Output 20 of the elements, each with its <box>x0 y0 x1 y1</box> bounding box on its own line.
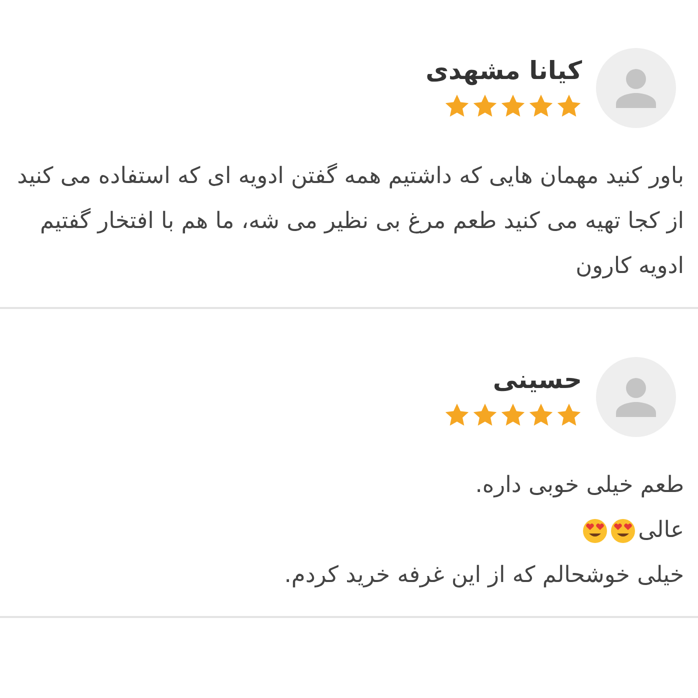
reviewer-name: کیانا مشهدی <box>426 56 582 85</box>
review-text: باور کنید مهمان هایی که داشتیم همه گفتن ادویه ای که استفاده می کنید از کجا تهیه می کنید طعم مرغ بی نظیر می شه، ما هم با افتخار گفتیم ادویه کارون <box>16 162 684 281</box>
reviewer-name: حسینی <box>492 365 582 394</box>
avatar-icon <box>596 48 676 128</box>
heart-eyes-face-icon <box>582 518 608 544</box>
star-icon <box>528 402 554 428</box>
review-text: طعم خیلی خوبی داره. <box>475 471 684 500</box>
star-icon <box>556 402 582 428</box>
star-icon <box>556 93 582 119</box>
review-text: خیلی خوشحالم که از این غرفه خرید کردم. <box>284 561 684 590</box>
star-icon <box>472 402 498 428</box>
avatar-icon <box>596 357 676 437</box>
star-icon <box>528 93 554 119</box>
star-icon <box>500 402 526 428</box>
star-icon <box>444 93 470 119</box>
star-icon <box>472 93 498 119</box>
star-icon <box>500 93 526 119</box>
review-text: عالی <box>638 516 684 545</box>
star-icon <box>444 402 470 428</box>
heart-eyes-face-icon <box>610 518 636 544</box>
